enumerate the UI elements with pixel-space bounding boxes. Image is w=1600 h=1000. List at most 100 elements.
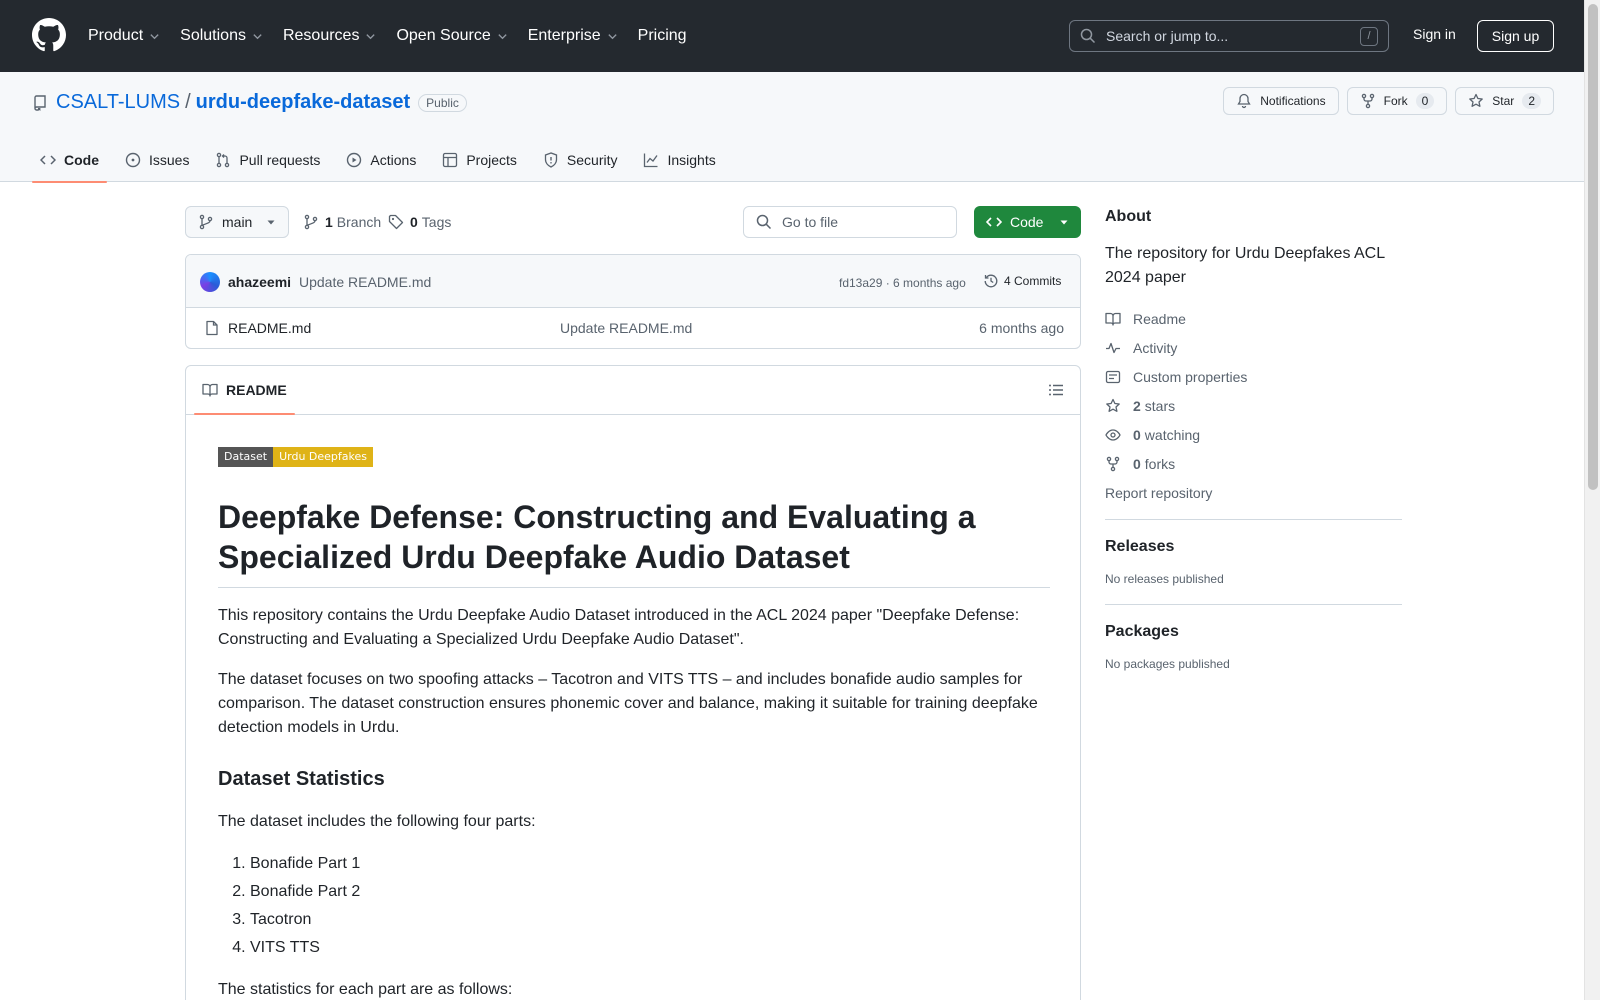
global-search-input[interactable]: Search or jump to... / [1069, 20, 1389, 52]
book-icon [202, 383, 218, 397]
book-icon [1105, 312, 1121, 326]
star-count: 2 [1522, 93, 1541, 109]
star-button[interactable]: Star 2 [1455, 87, 1554, 115]
graph-icon [644, 153, 659, 168]
nav-enterprise[interactable]: Enterprise [528, 27, 618, 45]
readme-title: Deepfake Defense: Constructing and Evalu… [218, 497, 1050, 588]
pulse-icon [1106, 342, 1120, 353]
branch-count-label: Branch [336, 214, 382, 230]
file-name-link[interactable]: README.md [228, 320, 311, 336]
tab-actions-label: Actions [370, 152, 417, 168]
nav-enterprise-label: Enterprise [527, 27, 601, 44]
chevron-down-icon [366, 33, 376, 39]
shield-icon [544, 152, 558, 168]
repo-header: CSALT-LUMS / urdu-deepfake-dataset Publi… [0, 72, 1584, 183]
repo-tabs: Code Issues Pull requests Actions Projec… [32, 138, 734, 183]
caret-down-icon [1060, 220, 1068, 225]
nav-solutions-label: Solutions [180, 27, 246, 44]
go-to-file-input[interactable]: Go to file [743, 206, 957, 238]
fork-icon [1106, 456, 1120, 471]
tag-count: 0 [410, 214, 418, 230]
code-button-label: Code [1010, 214, 1044, 230]
notifications-button[interactable]: Notifications [1223, 87, 1339, 115]
file-browser: ahazeemi Update README.md fd13a29 · 6 mo… [185, 254, 1081, 349]
fork-icon [1361, 93, 1374, 109]
report-repository-link[interactable]: Report repository [1105, 478, 1402, 507]
search-icon [1080, 28, 1096, 44]
fork-button[interactable]: Fork 0 [1346, 87, 1448, 115]
avatar[interactable] [200, 272, 220, 292]
list-item: Tacotron [250, 906, 1050, 934]
fork-count: 0 [1415, 93, 1435, 109]
search-shortcut-key: / [1360, 26, 1378, 46]
tab-pull-requests[interactable]: Pull requests [207, 138, 328, 182]
activity-link[interactable]: Activity [1105, 333, 1402, 362]
tab-security[interactable]: Security [535, 138, 626, 182]
list-icon[interactable] [1048, 382, 1064, 398]
repo-icon [34, 94, 46, 111]
search-icon [756, 214, 772, 230]
repo-sidebar: About The repository for Urdu Deepfakes … [1105, 208, 1402, 671]
commit-author-link[interactable]: ahazeemi [228, 274, 291, 290]
readme-tab[interactable]: README [202, 382, 287, 398]
tab-projects[interactable]: Projects [434, 138, 525, 182]
stars-link[interactable]: 2 stars [1105, 391, 1402, 420]
page-scrollbar[interactable] [1584, 0, 1600, 1000]
list-item: Bonafide Part 2 [250, 878, 1050, 906]
scrollbar-thumb[interactable] [1588, 4, 1598, 490]
code-dropdown-button[interactable]: Code [974, 206, 1081, 238]
tab-projects-label: Projects [466, 152, 517, 168]
readme-link-label: Readme [1133, 310, 1186, 327]
sign-up-button[interactable]: Sign up [1477, 20, 1554, 52]
badge-label: Dataset [218, 447, 274, 467]
commit-hash-and-age[interactable]: fd13a29 · 6 months ago [839, 276, 966, 290]
code-icon [40, 155, 56, 165]
nav-solutions[interactable]: Solutions [180, 27, 263, 45]
search-placeholder: Search or jump to... [1106, 28, 1229, 44]
star-icon [1106, 398, 1120, 412]
fork-label: Fork [1383, 94, 1408, 108]
tab-actions[interactable]: Actions [338, 138, 424, 182]
chevron-down-icon [150, 33, 159, 39]
tags-link[interactable]: 0 Tags [388, 214, 451, 230]
forks-link[interactable]: 0 forks [1105, 449, 1402, 478]
repo-owner-link[interactable]: CSALT-LUMS [56, 91, 180, 114]
forks-count: 0 [1133, 455, 1141, 472]
nav-product[interactable]: Product [88, 27, 160, 45]
pull-request-icon [217, 152, 230, 168]
watching-label: watching [1144, 426, 1201, 443]
readme-paragraph: The statistics for each part are as foll… [218, 981, 513, 998]
dataset-badge[interactable]: Dataset Urdu Deepfakes [218, 447, 373, 467]
tab-insights[interactable]: Insights [635, 138, 723, 182]
sign-in-link[interactable]: Sign in [1413, 26, 1456, 42]
nav-open-source-label: Open Source [396, 27, 491, 44]
branch-name: main [222, 214, 253, 230]
custom-properties-link[interactable]: Custom properties [1105, 362, 1402, 391]
file-commit-message-link[interactable]: Update README.md [560, 320, 692, 336]
github-logo-icon[interactable] [32, 18, 66, 52]
releases-section: Releases No releases published [1105, 520, 1402, 586]
watchers-link[interactable]: 0 watching [1105, 420, 1402, 449]
latest-commit-row: ahazeemi Update README.md fd13a29 · 6 mo… [186, 255, 1080, 308]
chevron-down-icon [608, 33, 617, 39]
tab-issues[interactable]: Issues [117, 138, 197, 182]
releases-empty-text: No releases published [1105, 572, 1224, 586]
tab-code-label: Code [64, 152, 99, 168]
readme-paragraph: The dataset focuses on two spoofing atta… [218, 671, 1038, 736]
nav-resources[interactable]: Resources [283, 27, 376, 45]
branch-select-button[interactable]: main [185, 206, 289, 238]
repo-title: CSALT-LUMS / urdu-deepfake-dataset Publi… [32, 91, 467, 114]
branches-link[interactable]: 1 Branch [303, 214, 381, 230]
nav-pricing[interactable]: Pricing [638, 27, 687, 45]
commit-message-link[interactable]: Update README.md [299, 274, 431, 290]
packages-section: Packages No packages published [1105, 605, 1402, 671]
packages-heading[interactable]: Packages [1105, 623, 1402, 641]
repo-name-link[interactable]: urdu-deepfake-dataset [196, 91, 411, 114]
tab-code[interactable]: Code [32, 138, 107, 183]
activity-link-label: Activity [1133, 339, 1178, 356]
readme-link[interactable]: Readme [1105, 304, 1402, 333]
commits-history-link[interactable]: 4 Commits [983, 273, 1061, 289]
nav-resources-label: Resources [282, 27, 360, 44]
releases-heading[interactable]: Releases [1105, 538, 1402, 556]
nav-open-source[interactable]: Open Source [396, 27, 507, 45]
